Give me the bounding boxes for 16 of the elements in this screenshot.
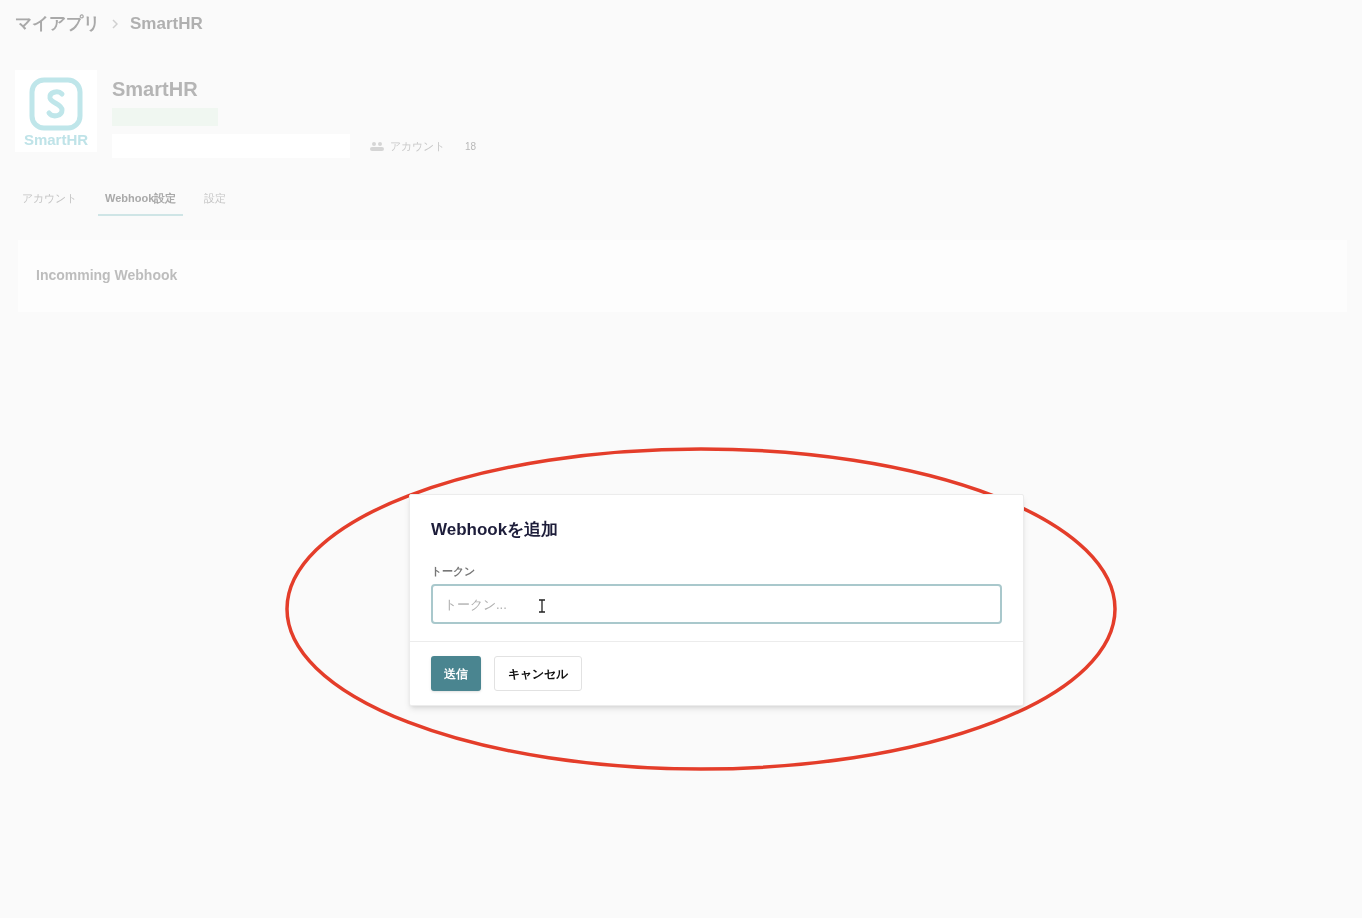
logo-text: SmartHR: [23, 131, 89, 147]
token-field[interactable]: トークン...: [431, 584, 1002, 624]
people-icon: [370, 141, 384, 151]
field-label: トークン: [431, 563, 476, 579]
accounts-count: 18: [465, 139, 477, 154]
cancel-button[interactable]: キャンセル: [494, 656, 582, 691]
app-name: SmartHR: [112, 77, 199, 102]
text-cursor-icon: [538, 599, 546, 613]
breadcrumb-current: SmartHR: [130, 13, 203, 36]
chevron-icon: [112, 19, 118, 29]
dialog-title: Webhookを追加: [431, 519, 560, 541]
breadcrumb-link[interactable]: マイアプリ: [15, 11, 100, 37]
tab[interactable]: Webhook設定: [98, 190, 184, 216]
submit-button[interactable]: 送信: [431, 656, 481, 691]
section-title: Incomming Webhook: [36, 266, 178, 285]
app-logo-icon: [28, 75, 84, 132]
